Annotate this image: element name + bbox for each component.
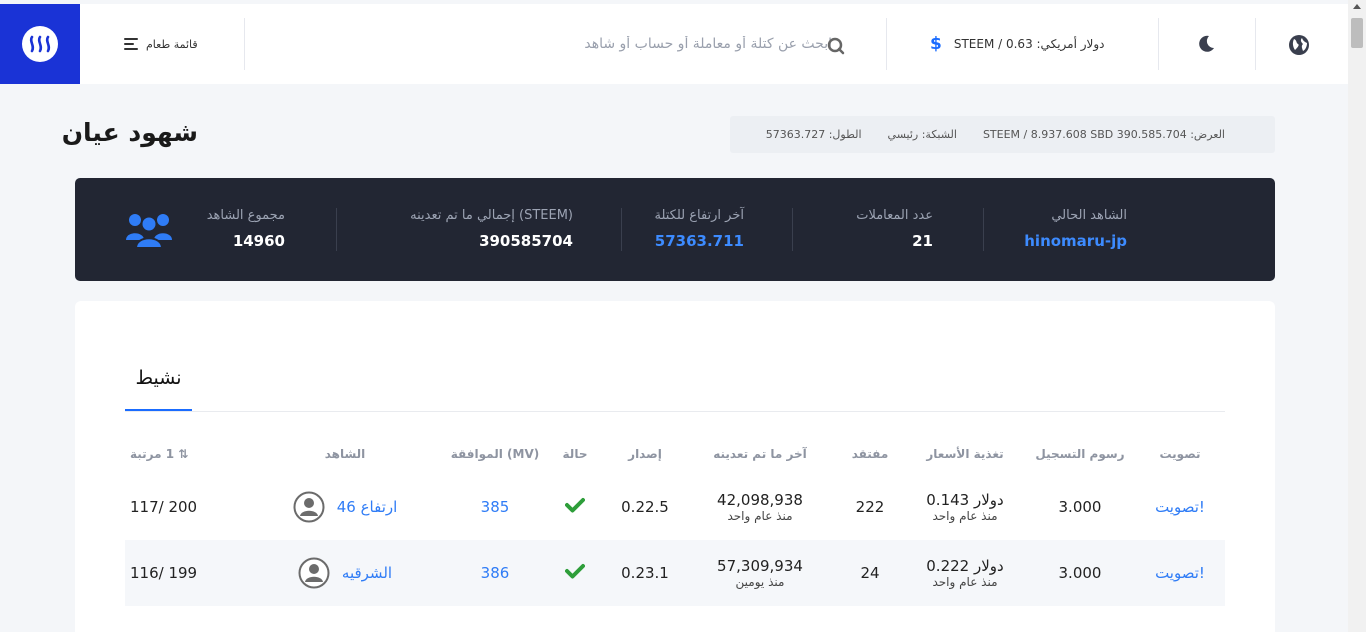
height-text: الطول: 57363.727 [765, 128, 862, 141]
globe-icon[interactable] [1288, 34, 1310, 56]
witness-table: تصويت رسوم التسجيل تغذية الأسعار مفتقد آ… [125, 434, 1225, 606]
header-divider [886, 18, 887, 70]
header-divider [1158, 18, 1159, 70]
page-scrollbar[interactable] [1348, 0, 1366, 632]
check-icon [565, 498, 585, 513]
witness-link[interactable]: ارتفاع 46 [337, 498, 398, 516]
header-divider [1255, 18, 1256, 70]
stat-label: آخر ارتفاع للكتلة [654, 208, 744, 223]
menu-icon [124, 38, 138, 50]
dollar-icon: $ [930, 34, 942, 54]
price-value: دولار 0.222 [926, 557, 1004, 575]
witness-card: نشيط تصويت رسوم التسجيل تغذية الأسعار مف… [75, 301, 1275, 632]
sort-icon: ⇅ [178, 447, 189, 461]
header-divider [244, 18, 245, 70]
reg-fee-cell: 3.000 [1025, 540, 1135, 606]
avatar-icon [298, 557, 330, 589]
stat-divider [792, 208, 793, 251]
top-header: قائمة طعام $ دولار أمريكي: 0.63 / STEEM [0, 4, 1348, 84]
stat-value: 14960 [232, 232, 285, 250]
table-row: !تصويت 3.000 دولار 0.143 منذ عام واحد 22… [125, 474, 1225, 540]
scroll-thumb[interactable] [1351, 18, 1363, 48]
avatar-icon [293, 491, 325, 523]
stat-tx-count: عدد المعاملات 21 [856, 208, 933, 250]
col-rank[interactable]: ⇅ 1 مرتبة [125, 434, 245, 474]
moon-icon[interactable] [1196, 34, 1216, 54]
col-reg-fee: رسوم التسجيل [1035, 447, 1125, 461]
missed-cell: 222 [855, 498, 885, 516]
price-time: منذ عام واحد [932, 575, 998, 589]
stat-label: مجموع الشاهد [206, 208, 285, 223]
network-text: الشبكة: رئيسي [887, 128, 957, 141]
tab-active[interactable]: نشيط [125, 367, 192, 411]
steem-logo[interactable] [0, 4, 80, 84]
page-title: شهود عيان [61, 118, 198, 147]
stat-witness-total: مجموع الشاهد 14960 [207, 208, 285, 250]
check-icon [565, 564, 585, 579]
price-text: دولار أمريكي: 0.63 / STEEM [953, 37, 1105, 51]
last-mined-cell: 42,098,938 منذ عام واحد [685, 474, 835, 540]
col-status: حالة [562, 447, 588, 461]
last-mined-cell: 57,309,934 منذ يومين [685, 540, 835, 606]
table-header-row: تصويت رسوم التسجيل تغذية الأسعار مفتقد آ… [125, 434, 1225, 474]
col-missed: مفتقد [851, 447, 889, 461]
witness-link[interactable]: الشرقيه [342, 564, 392, 582]
menu-label: قائمة طعام [146, 37, 198, 51]
stat-total-mined: (STEEM) إجمالي ما تم تعدينه 390585704 [410, 208, 573, 250]
users-icon [126, 214, 172, 249]
search-input[interactable] [262, 24, 852, 64]
version-cell: 0.23.1 [605, 540, 685, 606]
menu-button[interactable]: قائمة طعام [124, 4, 198, 84]
col-approval: (MV) الموافقة [450, 447, 540, 461]
reg-fee-cell: 3.000 [1058, 498, 1102, 516]
stat-divider [621, 208, 622, 251]
status-cell [545, 474, 605, 540]
stat-current-witness: الشاهد الحالي hinomaru-jp [1024, 208, 1127, 250]
stats-panel: الشاهد الحالي hinomaru-jp عدد المعاملات … [75, 178, 1275, 281]
stat-divider [336, 208, 337, 251]
last-block-value[interactable]: 42,098,938 [685, 491, 835, 509]
approval-link[interactable]: 386 [481, 564, 510, 582]
steem-price: $ دولار أمريكي: 0.63 / STEEM [930, 4, 1105, 84]
stat-label: (STEEM) إجمالي ما تم تعدينه [410, 208, 573, 223]
col-version: إصدار [628, 447, 662, 461]
rank-cell: 200 /117 [130, 498, 198, 516]
last-mined-time: منذ يومين [735, 575, 785, 589]
network-info-bar: العرض: 390.585.704 STEEM / 8.937.608 SBD… [730, 116, 1275, 153]
missed-cell: 24 [835, 540, 905, 606]
col-witness: الشاهد [324, 447, 366, 461]
status-cell [545, 540, 605, 606]
vote-link[interactable]: !تصويت [1155, 564, 1205, 582]
last-mined-time: منذ عام واحد [727, 509, 793, 523]
steem-logo-icon [22, 26, 58, 62]
scroll-up-icon[interactable] [1353, 4, 1361, 9]
stat-value: 390585704 [479, 232, 573, 250]
price-feed-cell: دولار 0.143 منذ عام واحد [905, 474, 1025, 540]
vote-link[interactable]: !تصويت [1155, 498, 1205, 516]
rank-header-label: 1 مرتبة [130, 447, 175, 461]
supply-text: العرض: 390.585.704 STEEM / 8.937.608 SBD [982, 128, 1225, 141]
col-last-mined: آخر ما تم تعدينه [713, 447, 807, 461]
stat-label: عدد المعاملات [856, 208, 933, 223]
tab-underline [125, 411, 1225, 412]
witness-cell: الشرقيه [245, 540, 445, 606]
current-witness-link[interactable]: hinomaru-jp [1024, 232, 1127, 250]
price-feed-cell: دولار 0.222 منذ عام واحد [905, 540, 1025, 606]
last-block-value[interactable]: 57,309,934 [685, 557, 835, 575]
witness-cell: ارتفاع 46 [245, 474, 445, 540]
approval-link[interactable]: 385 [481, 498, 510, 516]
table-row: !تصويت 3.000 دولار 0.222 منذ عام واحد 24… [125, 540, 1225, 606]
version-cell: 0.22.5 [621, 498, 669, 516]
rank-cell: 199 /116 [125, 540, 245, 606]
stat-label: الشاهد الحالي [1051, 208, 1127, 223]
col-price-feed: تغذية الأسعار [926, 447, 1004, 461]
last-block-link[interactable]: 57363.711 [654, 232, 744, 250]
stat-last-block: آخر ارتفاع للكتلة 57363.711 [654, 208, 744, 250]
stat-value: 21 [912, 232, 933, 250]
stat-divider [983, 208, 984, 251]
col-vote: تصويت [1159, 447, 1201, 461]
search-icon[interactable] [827, 37, 845, 55]
price-value: دولار 0.143 [926, 491, 1004, 509]
price-time: منذ عام واحد [932, 509, 998, 523]
